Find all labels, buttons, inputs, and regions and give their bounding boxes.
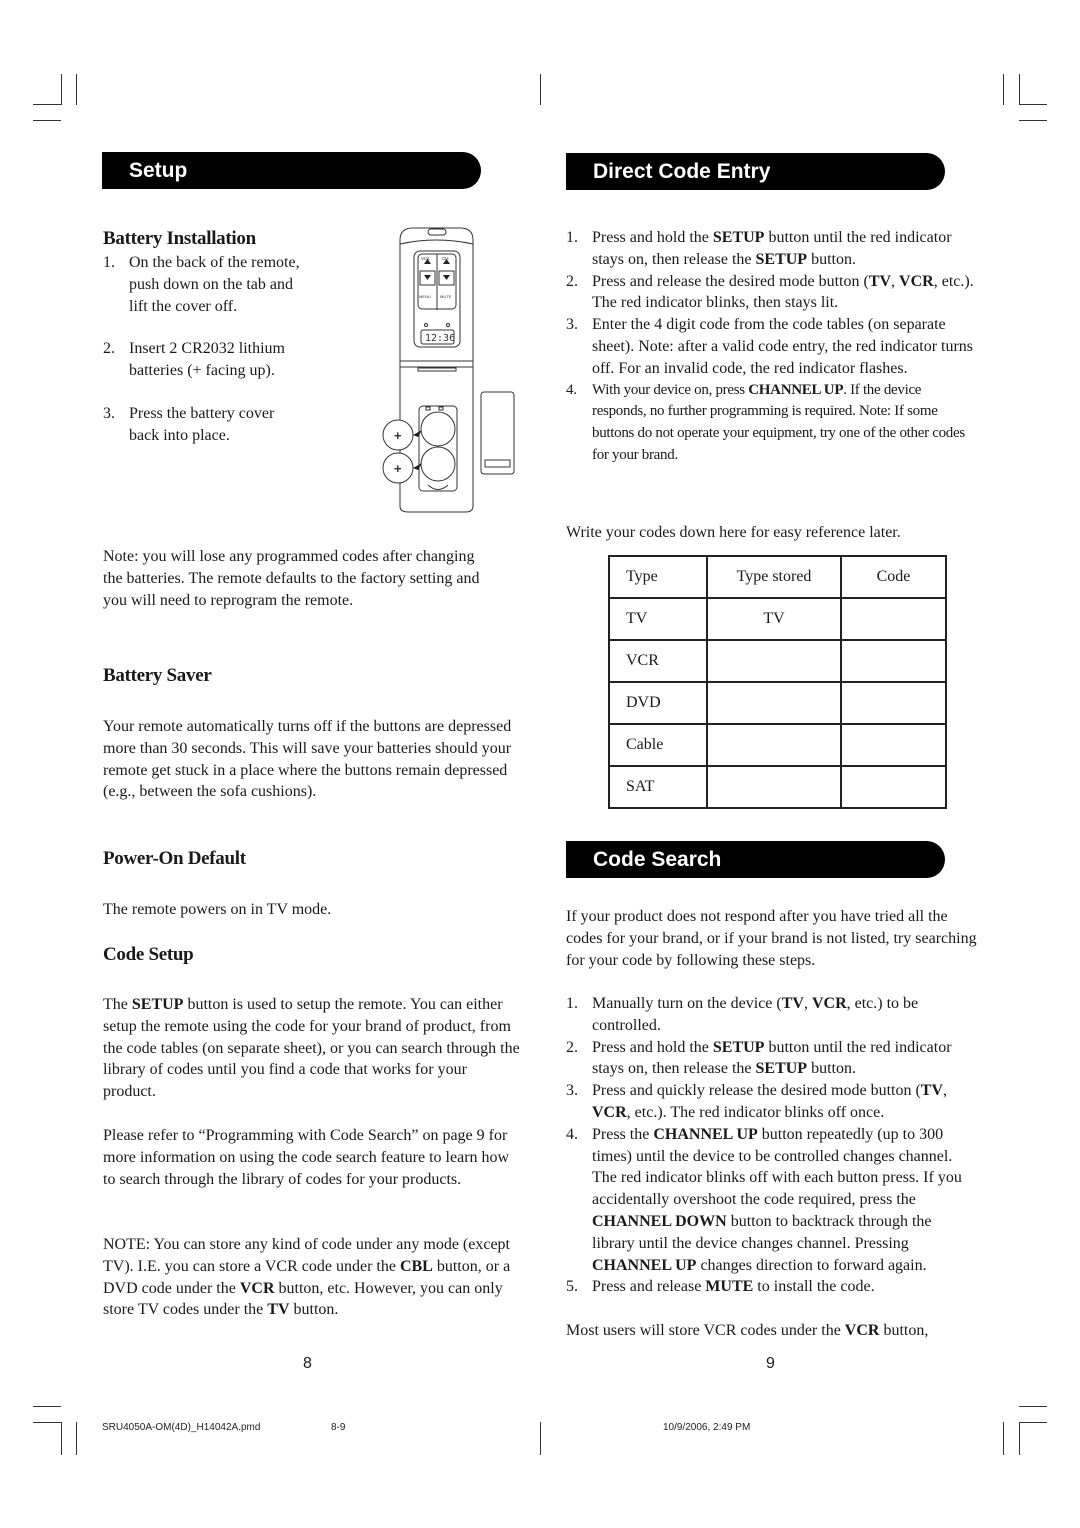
code-setup-paragraph-2: Please refer to “Programming with Code S… [103,1127,510,1188]
direct-step-3: 3. Enter the 4 digit code from the code … [566,316,974,377]
table-header-cell: Type [608,555,708,599]
crop-mark [61,1422,62,1455]
search-step-3: 3. Press and quickly release the desired… [566,1082,948,1121]
battery-step-2: 2. Insert 2 CR2032 lithium batteries (+ … [103,340,285,380]
battery-plus-sign: + [394,428,402,443]
type-cell: SAT [608,765,708,809]
table-row: SAT [608,765,947,809]
type-stored-cell[interactable] [706,681,842,725]
footer-pages: 8-9 [331,1422,346,1433]
remote-mute-label: MUTE [440,294,452,299]
type-stored-cell[interactable]: TV [706,597,842,641]
search-step-5: 5. Press and release MUTE to install the… [566,1278,875,1296]
code-setup-paragraph-1: The SETUP button is used to setup the re… [103,996,520,1101]
type-stored-cell[interactable] [706,765,842,809]
code-search-steps: 1. Manually turn on the device (TV, VCR,… [566,993,978,1298]
battery-installation-steps: 1. On the back of the remote, push down … [103,252,343,447]
crop-mark [76,74,77,105]
type-cell: TV [608,597,708,641]
table-row: DVD [608,681,947,725]
code-setup-heading: Code Setup [103,944,194,965]
remote-ch-label: CH [442,256,449,261]
battery-saver-body: Your remote automatically turns off if t… [103,718,512,801]
code-cell[interactable] [840,765,947,809]
crop-mark [1019,1422,1020,1455]
code-cell[interactable] [840,639,947,683]
table-header-cell: Code [840,555,947,599]
code-cell[interactable] [840,723,947,767]
code-search-trailing-text: Most users will store VCR codes under th… [566,1322,929,1339]
direct-step-1: 1. Press and hold the SETUP button until… [566,229,952,268]
remote-vol-label: VOL [421,256,431,261]
crop-mark [540,1422,541,1455]
direct-step-4: 4. With your device on, press CHANNEL UP… [566,381,965,463]
page-number-left: 8 [303,1355,312,1372]
code-search-intro: If your product does not respond after y… [566,908,977,969]
crop-mark [1019,74,1020,105]
crop-mark [1003,1422,1004,1455]
footer-timestamp: 10/9/2006, 2:49 PM [663,1422,751,1433]
power-on-default-body: The remote powers on in TV mode. [103,901,332,918]
battery-step-3: 3. Press the battery cover back into pla… [103,404,275,444]
crop-mark [33,1406,61,1407]
crop-mark [1019,1422,1047,1423]
remote-illustration: VOL CH MENU MUTE 12:36 + + [382,227,515,513]
type-stored-cell[interactable] [706,639,842,683]
page-number-right: 9 [766,1355,775,1372]
code-cell[interactable] [840,681,947,725]
crop-mark [1019,104,1047,105]
power-on-default-heading: Power-On Default [103,848,246,869]
remote-menu-label: MENU [419,294,431,299]
type-stored-cell[interactable] [706,723,842,767]
crop-mark [1019,1406,1047,1407]
setup-banner: Setup [102,152,481,189]
code-search-banner: Code Search [566,841,945,878]
direct-code-entry-banner: Direct Code Entry [566,153,945,190]
type-cell: DVD [608,681,708,725]
table-row: Cable [608,723,947,767]
setup-banner-title: Setup [129,159,188,182]
battery-plus-sign: + [394,461,402,476]
crop-mark [33,120,61,121]
crop-mark [33,104,61,105]
type-cell: Cable [608,723,708,767]
crop-mark [1003,74,1004,105]
search-step-4: 4. Press the CHANNEL UP button repeatedl… [566,1125,962,1274]
remote-display-text: 12:36 [425,333,455,344]
table-row: VCR [608,639,947,683]
direct-code-entry-steps: 1. Press and hold the SETUP button until… [566,227,976,467]
table-row: TV TV [608,597,947,641]
search-step-1: 1. Manually turn on the device (TV, VCR,… [566,995,919,1034]
direct-step-2: 2. Press and release the desired mode bu… [566,272,974,312]
code-setup-note: NOTE: You can store any kind of code und… [103,1236,511,1319]
crop-mark [61,74,62,105]
battery-saver-heading: Battery Saver [103,665,212,686]
code-reference-table: Type Type stored Code TV TV VCR DVD Cabl… [608,555,947,809]
write-codes-instruction: Write your codes down here for easy refe… [566,524,901,541]
code-cell[interactable] [840,597,947,641]
code-search-title: Code Search [593,848,722,871]
crop-mark [1019,120,1047,121]
crop-mark [76,1422,77,1455]
crop-mark [540,74,541,105]
footer-filename: SRU4050A-OM(4D)_H14042A.pmd [102,1422,261,1433]
battery-note: Note: you will lose any programmed codes… [103,548,480,609]
crop-mark [33,1422,61,1423]
table-header-row: Type Type stored Code [608,555,947,599]
type-cell: VCR [608,639,708,683]
search-step-2: 2. Press and hold the SETUP button until… [566,1038,952,1078]
battery-installation-heading: Battery Installation [103,228,256,249]
direct-code-entry-title: Direct Code Entry [593,160,771,183]
battery-step-1: 1. On the back of the remote, push down … [103,254,300,315]
table-header-cell: Type stored [706,555,842,599]
